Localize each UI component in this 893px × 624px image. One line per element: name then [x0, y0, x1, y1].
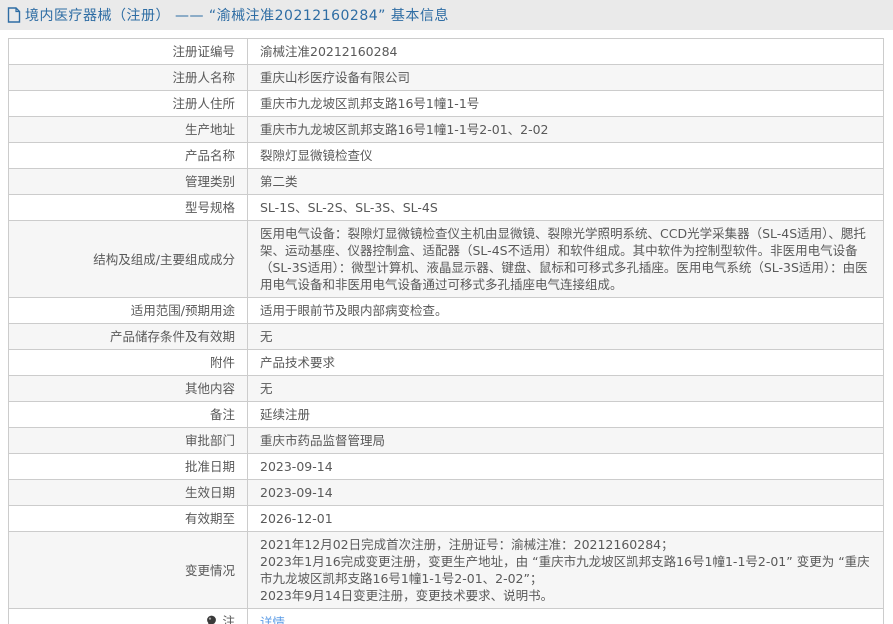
- row-value: 2023-09-14: [247, 479, 884, 506]
- row-label: 其他内容: [8, 375, 248, 402]
- change-record-line: 2023年9月14日变更注册，变更技术要求、说明书。: [260, 588, 554, 603]
- table-row: 生产地址 重庆市九龙坡区凯邦支路16号1幢1-1号2-01、2-02: [8, 116, 884, 143]
- row-label: 生产地址: [8, 116, 248, 143]
- row-label: 注册人住所: [8, 90, 248, 117]
- row-value: 适用于眼前节及眼内部病变检查。: [247, 297, 884, 324]
- row-value: 医用电气设备：裂隙灯显微镜检查仪主机由显微镜、裂隙光学照明系统、CCD光学采集器…: [247, 220, 884, 298]
- row-value: 2023-09-14: [247, 453, 884, 480]
- row-label: 适用范围/预期用途: [8, 297, 248, 324]
- row-label: 注: [8, 608, 248, 624]
- row-label: 注册证编号: [8, 38, 248, 65]
- row-value: 2021年12月02日完成首次注册，注册证号：渝械注准：20212160284；…: [247, 531, 884, 609]
- row-label: 变更情况: [8, 531, 248, 609]
- table-row: 管理类别 第二类: [8, 168, 884, 195]
- table-row: 有效期至 2026-12-01: [8, 505, 884, 532]
- row-label: 产品储存条件及有效期: [8, 323, 248, 350]
- table-row: 审批部门 重庆市药品监督管理局: [8, 427, 884, 454]
- document-icon: [7, 7, 21, 23]
- table-row: 产品名称 裂隙灯显微镜检查仪: [8, 142, 884, 169]
- table-row: 注册人名称 重庆山杉医疗设备有限公司: [8, 64, 884, 91]
- row-label: 管理类别: [8, 168, 248, 195]
- row-label: 批准日期: [8, 453, 248, 480]
- row-value: 渝械注准20212160284: [247, 38, 884, 65]
- row-label: 结构及组成/主要组成成分: [8, 220, 248, 298]
- row-value: 第二类: [247, 168, 884, 195]
- row-value: SL-1S、SL-2S、SL-3S、SL-4S: [247, 194, 884, 221]
- table-row: 备注 延续注册: [8, 401, 884, 428]
- table-row: 注册人住所 重庆市九龙坡区凯邦支路16号1幢1-1号: [8, 90, 884, 117]
- row-value: 无: [247, 375, 884, 402]
- row-value: 详情: [247, 608, 884, 624]
- table-row: 其他内容 无: [8, 375, 884, 402]
- row-label: 备注: [8, 401, 248, 428]
- change-record-line: 2023年1月16完成变更注册，变更生产地址，由 “重庆市九龙坡区凯邦支路16号…: [260, 554, 870, 586]
- row-label: 附件: [8, 349, 248, 376]
- row-value: 无: [247, 323, 884, 350]
- row-value: 延续注册: [247, 401, 884, 428]
- row-value: 2026-12-01: [247, 505, 884, 532]
- table-row: 附件 产品技术要求: [8, 349, 884, 376]
- page-header: 境内医疗器械（注册） —— “渝械注准20212160284” 基本信息: [0, 0, 893, 30]
- row-label: 有效期至: [8, 505, 248, 532]
- details-link[interactable]: 详情: [260, 615, 285, 624]
- row-label: 生效日期: [8, 479, 248, 506]
- row-label: 产品名称: [8, 142, 248, 169]
- row-label: 注册人名称: [8, 64, 248, 91]
- row-value: 重庆市九龙坡区凯邦支路16号1幢1-1号: [247, 90, 884, 117]
- table-row: 批准日期 2023-09-14: [8, 453, 884, 480]
- table-row: 型号规格 SL-1S、SL-2S、SL-3S、SL-4S: [8, 194, 884, 221]
- row-label: 审批部门: [8, 427, 248, 454]
- table-row: 注册证编号 渝械注准20212160284: [8, 38, 884, 65]
- table-row: 注 详情: [8, 608, 884, 624]
- note-label: 注: [222, 614, 235, 624]
- row-value: 重庆市药品监督管理局: [247, 427, 884, 454]
- registration-info-table: 注册证编号 渝械注准20212160284 注册人名称 重庆山杉医疗设备有限公司…: [8, 38, 884, 624]
- row-label: 型号规格: [8, 194, 248, 221]
- page-title: 境内医疗器械（注册） —— “渝械注准20212160284” 基本信息: [25, 8, 449, 24]
- table-row: 变更情况 2021年12月02日完成首次注册，注册证号：渝械注准：2021216…: [8, 531, 884, 609]
- row-value: 重庆市九龙坡区凯邦支路16号1幢1-1号2-01、2-02: [247, 116, 884, 143]
- table-row: 生效日期 2023-09-14: [8, 479, 884, 506]
- table-row: 产品储存条件及有效期 无: [8, 323, 884, 350]
- row-value: 裂隙灯显微镜检查仪: [247, 142, 884, 169]
- table-row: 结构及组成/主要组成成分 医用电气设备：裂隙灯显微镜检查仪主机由显微镜、裂隙光学…: [8, 220, 884, 298]
- comment-icon: [206, 614, 217, 624]
- change-record-line: 2021年12月02日完成首次注册，注册证号：渝械注准：20212160284；: [260, 537, 674, 552]
- row-value: 重庆山杉医疗设备有限公司: [247, 64, 884, 91]
- table-row: 适用范围/预期用途 适用于眼前节及眼内部病变检查。: [8, 297, 884, 324]
- row-value: 产品技术要求: [247, 349, 884, 376]
